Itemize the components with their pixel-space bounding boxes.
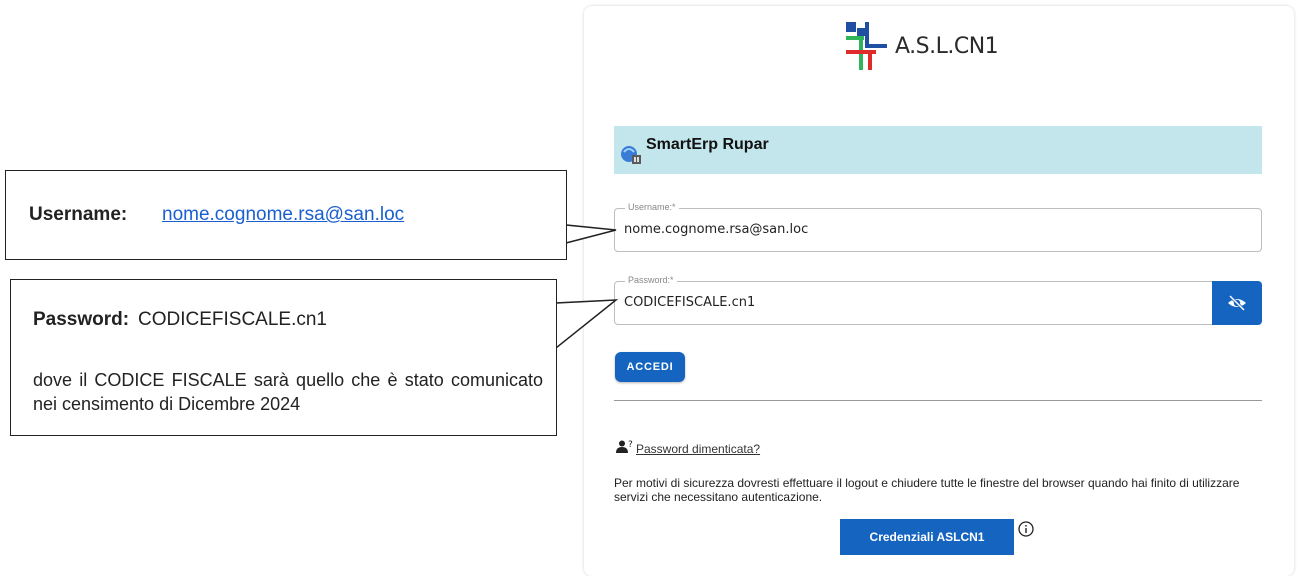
logo-text: A.S.L.CN1	[895, 34, 999, 59]
password-label: Password:*	[625, 275, 677, 285]
forgot-password-link[interactable]: Password dimenticata?	[636, 442, 760, 456]
username-callout-value[interactable]: nome.cognome.rsa@san.loc	[162, 204, 404, 226]
username-value[interactable]: nome.cognome.rsa@san.loc	[624, 222, 808, 237]
password-field[interactable]: Password:* CODICEFISCALE.cn1	[614, 275, 1214, 325]
password-value[interactable]: CODICEFISCALE.cn1	[624, 295, 755, 310]
app-header: SmartErp Rupar	[614, 126, 1262, 174]
app-title: SmartErp Rupar	[646, 136, 769, 153]
user-question-icon: ?	[616, 440, 633, 453]
security-notice: Per motivi di sicurezza dovresti effettu…	[614, 476, 1240, 504]
username-callout-label: Username:	[29, 204, 128, 225]
username-callout: Username: nome.cognome.rsa@san.loc	[5, 170, 567, 260]
login-card: A.S.L.CN1 SmartErp Rupar Username:* nome…	[584, 6, 1294, 576]
eye-off-icon	[1228, 294, 1246, 312]
password-callout-value: CODICEFISCALE.cn1	[138, 309, 327, 330]
asl-logo-icon	[846, 22, 887, 70]
toggle-password-visibility-button[interactable]	[1212, 281, 1262, 325]
divider	[614, 400, 1262, 401]
password-callout: Password: CODICEFISCALE.cn1 dove il CODI…	[10, 279, 557, 436]
username-label: Username:*	[625, 202, 679, 212]
credentials-button[interactable]: Credenziali ASLCN1	[840, 519, 1014, 555]
asl-logo: A.S.L.CN1	[846, 22, 1046, 70]
username-field[interactable]: Username:* nome.cognome.rsa@san.loc	[614, 202, 1262, 252]
svg-text:?: ?	[628, 440, 633, 450]
smarterp-icon	[621, 146, 641, 164]
password-callout-label: Password:	[33, 309, 130, 330]
info-circle-icon[interactable]	[1018, 521, 1034, 537]
login-button[interactable]: ACCEDI	[615, 352, 685, 382]
password-callout-note: dove il CODICE FISCALE sarà quello che è…	[33, 370, 543, 414]
